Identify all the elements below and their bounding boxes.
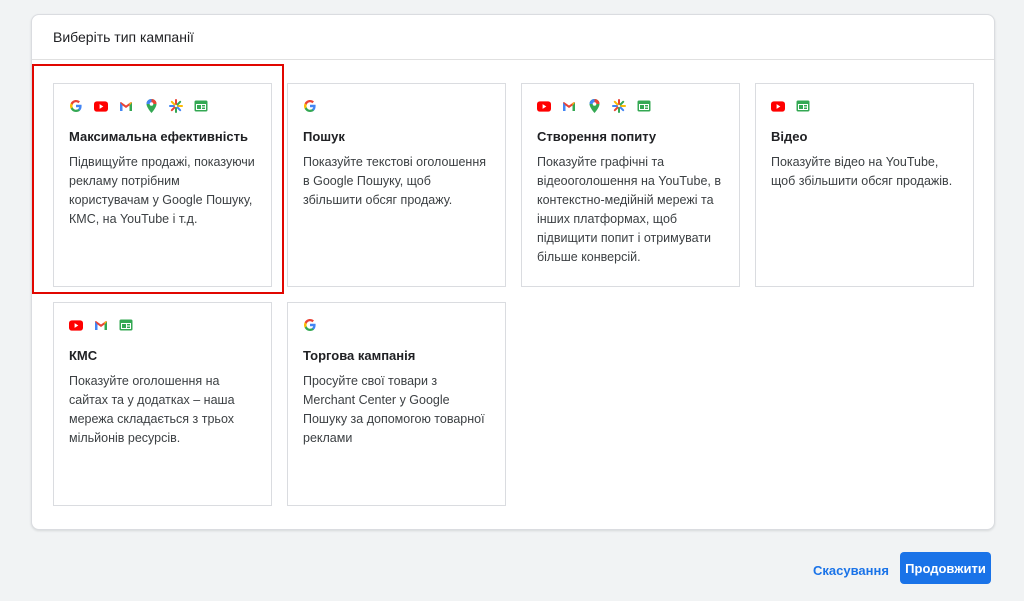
card-description: Показуйте графічні та відеооголошення на… [537, 155, 721, 264]
display-icon [194, 99, 208, 113]
youtube-icon [771, 99, 785, 113]
card-icons [537, 98, 725, 114]
card-icons [303, 98, 491, 114]
campaign-card-shopping[interactable]: Торгова кампанія Просуйте свої товари з … [287, 302, 506, 506]
maps-icon [144, 99, 158, 113]
maps-icon [587, 99, 601, 113]
card-icons [771, 98, 959, 114]
gmail-icon [119, 99, 133, 113]
campaign-card-search[interactable]: Пошук Показуйте текстові оголошення в Go… [287, 83, 506, 287]
card-description: Підвищуйте продажі, показуючи рекламу по… [69, 155, 255, 226]
card-icons [69, 317, 257, 333]
display-icon [796, 99, 810, 113]
card-description: Показуйте текстові оголошення в Google П… [303, 155, 487, 207]
display-icon [119, 318, 133, 332]
card-title: Торгова кампанія [303, 348, 416, 363]
card-description: Показуйте оголошення на сайтах та у дода… [69, 374, 235, 445]
card-title: Максимальна ефективність [69, 129, 248, 144]
youtube-icon [94, 99, 108, 113]
card-icons [69, 98, 257, 114]
gmail-icon [94, 318, 108, 332]
card-title: КМС [69, 348, 98, 363]
panel-title: Виберіть тип кампанії [32, 15, 994, 60]
google-icon [303, 318, 317, 332]
discover-icon [612, 99, 626, 113]
cancel-button[interactable]: Скасування [808, 556, 894, 584]
campaign-card-display[interactable]: КМС Показуйте оголошення на сайтах та у … [53, 302, 272, 506]
campaign-card-video[interactable]: Відео Показуйте відео на YouTube, щоб зб… [755, 83, 974, 287]
google-icon [303, 99, 317, 113]
gmail-icon [562, 99, 576, 113]
youtube-icon [537, 99, 551, 113]
card-description: Просуйте свої товари з Merchant Center у… [303, 374, 485, 445]
campaign-card-performance-max[interactable]: Максимальна ефективність Підвищуйте прод… [53, 83, 272, 287]
card-title: Відео [771, 129, 808, 144]
card-title: Пошук [303, 129, 345, 144]
discover-icon [169, 99, 183, 113]
display-icon [637, 99, 651, 113]
continue-button[interactable]: Продовжити [900, 552, 991, 584]
card-description: Показуйте відео на YouTube, щоб збільшит… [771, 155, 953, 188]
card-icons [303, 317, 491, 333]
youtube-icon [69, 318, 83, 332]
campaign-card-demand-gen[interactable]: Створення попиту Показуйте графічні та в… [521, 83, 740, 287]
card-title: Створення попиту [537, 129, 657, 144]
google-icon [69, 99, 83, 113]
